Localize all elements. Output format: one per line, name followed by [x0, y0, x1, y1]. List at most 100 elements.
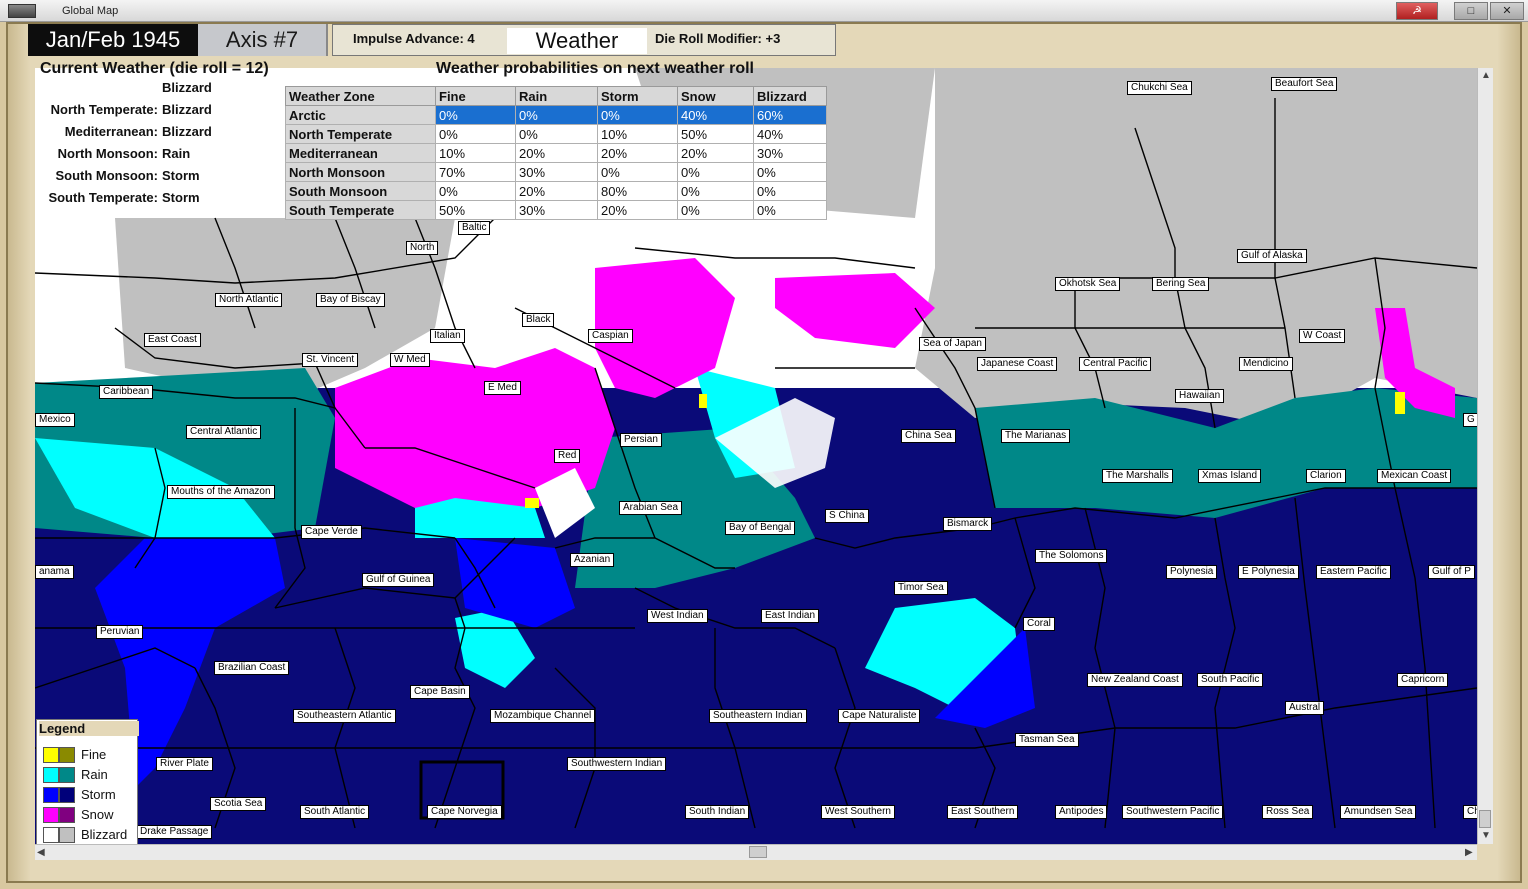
sea-zone-label[interactable]: Bay of Bengal: [725, 521, 796, 535]
sea-zone-label[interactable]: S China: [825, 509, 869, 523]
sea-zone-label[interactable]: North: [406, 241, 439, 255]
sea-zone-label[interactable]: West Southern: [821, 805, 895, 819]
probability-cell[interactable]: 0%: [677, 181, 754, 201]
sea-zone-label[interactable]: Southwestern Pacific: [1122, 805, 1224, 819]
sea-zone-label[interactable]: Japanese Coast: [977, 357, 1058, 371]
probability-cell[interactable]: 0%: [515, 124, 598, 144]
column-header[interactable]: Blizzard: [753, 86, 827, 106]
sea-zone-label[interactable]: Xmas Island: [1198, 469, 1262, 483]
vertical-scrollbar[interactable]: ▲ ▼: [1477, 68, 1493, 844]
sea-zone-label[interactable]: W Coast: [1299, 329, 1346, 343]
table-row[interactable]: Mediterranean 10% 20% 20% 20% 30%: [285, 143, 827, 163]
sea-zone-label[interactable]: Polynesia: [1166, 565, 1218, 579]
probability-cell[interactable]: 70%: [435, 162, 516, 182]
probability-cell[interactable]: 0%: [435, 181, 516, 201]
sea-zone-label[interactable]: Central Atlantic: [186, 425, 262, 439]
probability-cell[interactable]: 60%: [753, 105, 827, 125]
weather-button[interactable]: Weather: [507, 28, 647, 54]
sea-zone-label[interactable]: Hawaiian: [1175, 389, 1225, 403]
zone-cell[interactable]: Arctic: [285, 105, 436, 125]
table-row[interactable]: Arctic 0% 0% 0% 40% 60%: [285, 105, 827, 125]
probability-cell[interactable]: 30%: [515, 162, 598, 182]
sea-zone-label[interactable]: South Atlantic: [300, 805, 370, 819]
sea-zone-label[interactable]: Bay of Biscay: [316, 293, 385, 307]
sea-zone-label[interactable]: Eastern Pacific: [1316, 565, 1391, 579]
sea-zone-label[interactable]: Sea of Japan: [919, 337, 986, 351]
sea-zone-label[interactable]: Mexican Coast: [1377, 469, 1452, 483]
sea-zone-label[interactable]: The Solomons: [1035, 549, 1108, 563]
probability-cell[interactable]: 50%: [435, 200, 516, 220]
probability-cell[interactable]: 0%: [677, 162, 754, 182]
probability-cell[interactable]: 0%: [435, 124, 516, 144]
sea-zone-label[interactable]: Ch: [1463, 805, 1477, 819]
scroll-down-icon[interactable]: ▼: [1481, 830, 1491, 841]
probability-cell[interactable]: 80%: [597, 181, 678, 201]
sea-zone-label[interactable]: South Pacific: [1197, 673, 1264, 687]
maximize-button[interactable]: □: [1454, 2, 1488, 20]
title-bar[interactable]: Global Map ☭ □ ✕: [0, 0, 1528, 22]
sea-zone-label[interactable]: E Med: [484, 381, 521, 395]
sea-zone-label[interactable]: Scotia Sea: [210, 797, 267, 811]
sea-zone-label[interactable]: Okhotsk Sea: [1055, 277, 1121, 291]
probability-cell[interactable]: 20%: [677, 143, 754, 163]
close-button[interactable]: ✕: [1490, 2, 1524, 20]
sea-zone-label[interactable]: Black: [522, 313, 555, 327]
probability-cell[interactable]: 20%: [515, 181, 598, 201]
sea-zone-label[interactable]: Baltic: [458, 221, 491, 235]
probability-cell[interactable]: 40%: [753, 124, 827, 144]
sea-zone-label[interactable]: East Indian: [761, 609, 820, 623]
probability-cell[interactable]: 10%: [435, 143, 516, 163]
column-header[interactable]: Fine: [435, 86, 516, 106]
sea-zone-label[interactable]: West Indian: [647, 609, 708, 623]
sea-zone-label[interactable]: The Marianas: [1001, 429, 1071, 443]
sea-zone-label[interactable]: The Marshalls: [1102, 469, 1173, 483]
horizontal-scroll-thumb[interactable]: [749, 846, 767, 858]
sea-zone-label[interactable]: New Zealand Coast: [1087, 673, 1183, 687]
sea-zone-label[interactable]: Southeastern Atlantic: [293, 709, 396, 723]
zone-cell[interactable]: North Temperate: [285, 124, 436, 144]
sea-zone-label[interactable]: Amundsen Sea: [1340, 805, 1417, 819]
sea-zone-label[interactable]: Antipodes: [1055, 805, 1108, 819]
column-header[interactable]: Weather Zone: [285, 86, 436, 106]
sea-zone-label[interactable]: Cape Naturaliste: [838, 709, 921, 723]
sea-zone-label[interactable]: Austral: [1285, 701, 1325, 715]
sea-zone-label[interactable]: North Atlantic: [215, 293, 283, 307]
column-header[interactable]: Storm: [597, 86, 678, 106]
sea-zone-label[interactable]: G: [1463, 413, 1477, 427]
probability-cell[interactable]: 50%: [677, 124, 754, 144]
scroll-right-icon[interactable]: ▶: [1465, 847, 1473, 858]
sea-zone-label[interactable]: China Sea: [901, 429, 956, 443]
probability-cell[interactable]: 20%: [597, 143, 678, 163]
sea-zone-label[interactable]: Southeastern Indian: [709, 709, 807, 723]
sea-zone-label[interactable]: Drake Passage: [136, 825, 213, 839]
probability-cell[interactable]: 20%: [515, 143, 598, 163]
probability-cell[interactable]: 0%: [677, 200, 754, 220]
sea-zone-label[interactable]: Red: [554, 449, 581, 463]
sea-zone-label[interactable]: Timor Sea: [894, 581, 948, 595]
sea-zone-label[interactable]: Peruvian: [96, 625, 144, 639]
vertical-scroll-thumb[interactable]: [1479, 810, 1491, 828]
sea-zone-label[interactable]: Mozambique Channel: [490, 709, 596, 723]
probability-cell[interactable]: 20%: [597, 200, 678, 220]
sea-zone-label[interactable]: Brazilian Coast: [214, 661, 290, 675]
table-row[interactable]: North Monsoon 70% 30% 0% 0% 0%: [285, 162, 827, 182]
probability-cell[interactable]: 0%: [435, 105, 516, 125]
sea-zone-label[interactable]: Gulf of Guinea: [362, 573, 435, 587]
table-row[interactable]: North Temperate 0% 0% 10% 50% 40%: [285, 124, 827, 144]
sea-zone-label[interactable]: Mexico: [35, 413, 75, 427]
sea-zone-label[interactable]: East Southern: [947, 805, 1019, 819]
table-row[interactable]: South Temperate 50% 30% 20% 0% 0%: [285, 200, 827, 220]
sea-zone-label[interactable]: River Plate: [156, 757, 213, 771]
column-header[interactable]: Rain: [515, 86, 598, 106]
probability-cell[interactable]: 40%: [677, 105, 754, 125]
sea-zone-label[interactable]: Gulf of Alaska: [1237, 249, 1307, 263]
probability-cell[interactable]: 0%: [753, 200, 827, 220]
sea-zone-label[interactable]: Gulf of P: [1428, 565, 1475, 579]
sea-zone-label[interactable]: Capricorn: [1397, 673, 1449, 687]
sea-zone-label[interactable]: Cape Verde: [301, 525, 362, 539]
sea-zone-label[interactable]: Cape Basin: [410, 685, 470, 699]
sea-zone-label[interactable]: Clarion: [1306, 469, 1346, 483]
probability-cell[interactable]: 0%: [515, 105, 598, 125]
sea-zone-label[interactable]: anama: [35, 565, 74, 579]
sea-zone-label[interactable]: Mouths of the Amazon: [167, 485, 275, 499]
